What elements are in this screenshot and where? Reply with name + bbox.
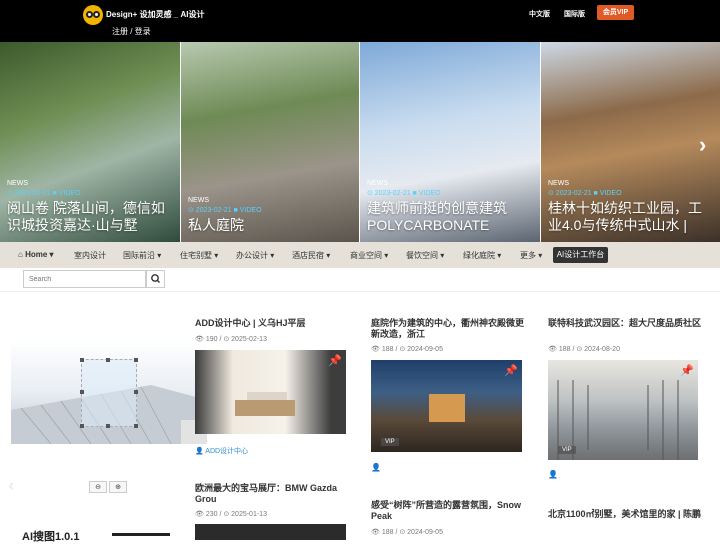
nav-commercial-label: 商业空间 [350,251,382,260]
zoom-out-button[interactable]: ⊖ [89,481,107,493]
slide-3[interactable]: NEWS ⊙ 2023-02-21 ■ VIDEO 建筑师前挺的创意建筑POLY… [360,42,540,242]
nav-hotel[interactable]: 酒店民宿 ▾ [292,250,330,261]
slide-2[interactable]: NEWS ⊙ 2023-02-21 ■ VIDEO 私人庭院 [181,42,359,242]
slide-tag: NEWS [188,197,209,204]
nav-dining-label: 餐饮空间 [406,251,438,260]
card-author[interactable]: 👤 ADD设计中心 [195,446,248,456]
card-meta: 👁 188 / ⊙ 2024-09-05 [371,529,443,536]
top-bar: Design+ 设加灵感 _ AI设计 注册 / 登录 中文版 国际版 会员VI… [0,0,720,42]
nav-residential-label: 住宅别墅 [180,251,212,260]
card-title[interactable]: 北京1100㎡别墅，美术馆里的家 | 陈鹏 [548,509,703,520]
atrium-image [557,380,679,460]
search-input[interactable] [23,270,146,288]
nav-residential[interactable]: 住宅别墅 ▾ [180,250,218,261]
nav-more[interactable]: 更多 ▾ [520,250,542,261]
slide-meta: ⊙ 2023-02-21 ■ VIDEO [188,207,262,214]
slide-1[interactable]: NEWS ⊙ 2023-02-21 ■ VIDEO 阅山卷 院落山间，德信如识城… [0,42,180,242]
nav-hotel-label: 酒店民宿 [292,251,324,260]
nav-dining[interactable]: 餐饮空间 ▾ [406,250,444,261]
search-icon [151,274,160,283]
card-title[interactable]: ADD设计中心 | 义乌HJ平层 [195,318,355,329]
nav-more-label: 更多 [520,251,536,260]
nav-international-label: 国际前沿 [123,251,155,260]
pin-icon[interactable]: 📌 [504,364,518,377]
nav-garden-label: 绿化庭院 [463,251,495,260]
vip-badge: VIP [558,446,576,454]
crop-handle[interactable] [106,424,110,428]
user-icon: 👤 [548,470,558,479]
card-title[interactable]: 庭院作为建筑的中心，衢州神农殿微更新改造，浙江 [371,318,526,340]
brand-name[interactable]: Design+ 设加灵感 _ AI设计 [106,9,204,20]
slide-title[interactable]: 阅山卷 院落山间，德信如识城投资嘉达·山与墅 [7,200,173,234]
vip-button[interactable]: 会员VIP [597,5,634,20]
pin-icon[interactable]: 📌 [328,354,342,367]
card-meta: 👁 188 / ⊙ 2024-09-05 [371,346,443,353]
crop-handle[interactable] [80,358,84,362]
lang-intl-link[interactable]: 国际版 [564,9,585,19]
main-nav: ⌂ Home ▾ 室内设计 国际前沿 ▾ 住宅别墅 ▾ 办公设计 ▾ 酒店民宿 … [0,242,720,268]
user-icon: 👤 [371,463,381,472]
card-thumbnail[interactable]: 📌 VIP [371,360,522,452]
auth-links[interactable]: 注册 / 登录 [112,26,151,37]
crop-handle[interactable] [134,358,138,362]
card-thumbnail[interactable]: 📌 VIP [548,360,698,460]
slide-tag: NEWS [548,180,569,187]
card-meta: 👁 230 / ⊙ 2025-01-13 [195,511,267,518]
nav-international[interactable]: 国际前沿 ▾ [123,250,161,261]
card-thumbnail[interactable]: 📌 [195,350,346,434]
card-author-label: ADD设计中心 [205,448,249,455]
card-meta: 👁 188 / ⊙ 2024-08-20 [548,346,620,353]
slide-tag: NEWS [367,180,388,187]
ai-workbench-button[interactable]: AI设计工作台 [553,247,608,263]
crop-handle[interactable] [80,424,84,428]
card-title[interactable]: 联特科技武汉园区：超大尺度品质社区 [548,318,703,329]
slide-tag: NEWS [7,180,28,187]
crop-handle[interactable] [106,358,110,362]
card-thumbnail[interactable] [195,524,346,540]
crop-selection[interactable] [80,358,138,428]
lang-cn-link[interactable]: 中文版 [529,9,550,19]
card-title[interactable]: 欧洲最大的宝马展厅：BMW Gazda Grou [195,483,355,505]
zoom-in-button[interactable]: ⊕ [109,481,127,493]
image-search-preview[interactable] [11,340,207,444]
crop-handle[interactable] [134,424,138,428]
card-title[interactable]: 感受“树阵”所营造的露营氛围，Snow Peak [371,500,526,522]
logo-icon[interactable] [83,5,103,25]
nav-interior[interactable]: 室内设计 [74,250,106,261]
card-meta: 👁 190 / ⊙ 2025-02-13 [195,336,267,343]
slide-meta: ⊙ 2023-02-21 ■ VIDEO [367,190,441,197]
search-bar [0,268,720,292]
search-button[interactable] [146,270,165,288]
crop-handle[interactable] [80,390,84,394]
slide-title[interactable]: 建筑师前挺的创意建筑POLYCARBONATE [367,200,533,234]
next-slide-icon[interactable]: › [699,132,706,158]
crop-handle[interactable] [134,390,138,394]
pin-icon[interactable]: 📌 [680,364,694,377]
title-underline [112,533,170,536]
nav-garden[interactable]: 绿化庭院 ▾ [463,250,501,261]
nav-office[interactable]: 办公设计 ▾ [236,250,274,261]
ai-search-title: AI搜图1.0.1 [22,531,80,543]
nav-office-label: 办公设计 [236,251,268,260]
slide-4[interactable]: NEWS ⊙ 2023-02-21 ■ VIDEO 桂林十如纺织工业园，工业4.… [541,42,720,242]
slide-title[interactable]: 桂林十如纺织工业园，工业4.0与传统中式山水 | [548,200,713,234]
nav-commercial[interactable]: 商业空间 ▾ [350,250,388,261]
nav-home-label: Home [25,250,48,259]
moon-icon: ☾ [9,482,17,491]
slide-meta: ⊙ 2023-02-21 ■ VIDEO [7,190,81,197]
hero-slider: NEWS ⊙ 2023-02-21 ■ VIDEO 阅山卷 院落山间，德信如识城… [0,42,720,242]
slide-meta: ⊙ 2023-02-21 ■ VIDEO [548,190,622,197]
slide-title[interactable]: 私人庭院 [188,217,352,234]
vip-badge: VIP [381,438,399,446]
nav-home[interactable]: ⌂ Home ▾ [18,250,54,259]
